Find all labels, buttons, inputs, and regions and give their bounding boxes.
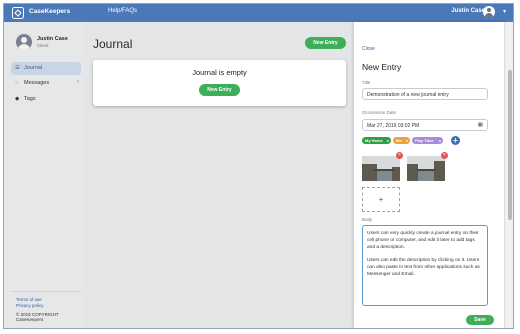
profile-name: Justin Case [37,36,68,42]
tag-chip-label: My Home [365,138,383,143]
user-avatar-icon[interactable] [483,6,495,18]
occurrence-date-input[interactable]: Mar 27, 2019 03:02 PM ▦ [362,119,488,131]
title-input-value: Demonstration of a new journal entry [367,92,449,98]
tag-chip-label: Play Time [415,138,434,143]
sidebar-item-tags[interactable]: ◆ Tags [11,93,81,106]
empty-state-title: Journal is empty [192,68,247,77]
sidebar-item-label: Messages [24,80,50,86]
occurrence-date-value: Mar 27, 2019 03:02 PM [367,123,420,129]
body-paragraph: Users can edit the description by clicki… [367,258,480,277]
add-tag-button[interactable]: + [451,136,460,145]
user-menu-name[interactable]: Justin Case [451,8,485,14]
add-photo-button[interactable]: + [362,187,400,212]
occurrence-date-label: Occurrence Date [362,110,397,115]
brand-name[interactable]: CaseKeepers [29,8,70,15]
sidebar-item-messages[interactable]: ◌ Messages ‹ [11,77,81,90]
top-navigation-bar: CaseKeepers Help/FAQs Justin Case ▾ [4,4,513,22]
sidebar-divider [11,291,81,292]
panel-title: New Entry [362,62,402,72]
photo-thumbnail[interactable] [362,156,400,181]
copyright-text: © 2019 COPYRIGHT CaseKeepers [16,312,59,322]
tag-chip-label: Me [396,138,402,143]
title-input[interactable]: Demonstration of a new journal entry [362,88,488,100]
body-paragraph: Users can very quickly create a journal … [367,231,479,250]
scrollbar-thumb[interactable] [508,70,512,220]
chevron-left-icon: ‹ [77,79,79,85]
casekeepers-logo-icon[interactable] [12,7,24,19]
title-field-label: Title [362,80,371,85]
remove-tag-icon[interactable]: x [387,138,389,143]
tag-chip-play-time[interactable]: Play Time x [412,137,443,144]
terms-of-use-link[interactable]: Terms of use [16,297,42,302]
panel-scrollbar[interactable] [504,22,513,328]
remove-photo-icon[interactable]: × [396,152,403,159]
empty-state-new-entry-button[interactable]: New Entry [199,84,240,96]
photo-thumbnail[interactable] [407,156,445,181]
sidebar: Justin Case Client ☰ Journal ◌ Messages … [4,22,84,328]
body-textarea[interactable]: Users can very quickly create a journal … [362,225,488,306]
tag-icon: ◆ [15,96,20,102]
tag-chip-me[interactable]: Me x [393,137,410,144]
remove-photo-icon[interactable]: × [441,152,448,159]
user-menu-caret-icon[interactable]: ▾ [503,8,506,15]
sidebar-item-label: Journal [24,65,43,71]
new-entry-button[interactable]: New Entry [305,37,346,49]
sidebar-item-label: Tags [24,96,36,102]
empty-state-card: Journal is empty New Entry [93,60,346,106]
body-field-label: Body [362,217,373,222]
journal-main: Journal New Entry Journal is empty New E… [84,22,354,328]
remove-tag-icon[interactable]: x [439,138,441,143]
privacy-policy-link[interactable]: Privacy policy [16,303,44,308]
close-panel-link[interactable]: Close [362,46,375,52]
remove-tag-icon[interactable]: x [406,138,408,143]
tag-chip-my-home[interactable]: My Home x [362,137,391,144]
messages-bubble-icon: ◌ [15,80,19,86]
calendar-icon[interactable]: ▦ [478,122,483,128]
help-faqs-link[interactable]: Help/FAQs [108,8,137,14]
new-entry-panel: Close New Entry Title Demonstration of a… [354,22,504,328]
page-title: Journal [93,37,133,51]
save-button[interactable]: Save [466,315,494,325]
profile-avatar [16,34,32,50]
app-window: CaseKeepers Help/FAQs Justin Case ▾ Just… [3,3,514,329]
sidebar-item-journal[interactable]: ☰ Journal [11,62,81,75]
journal-list-icon: ☰ [15,65,20,71]
profile-role: Client [37,43,49,48]
